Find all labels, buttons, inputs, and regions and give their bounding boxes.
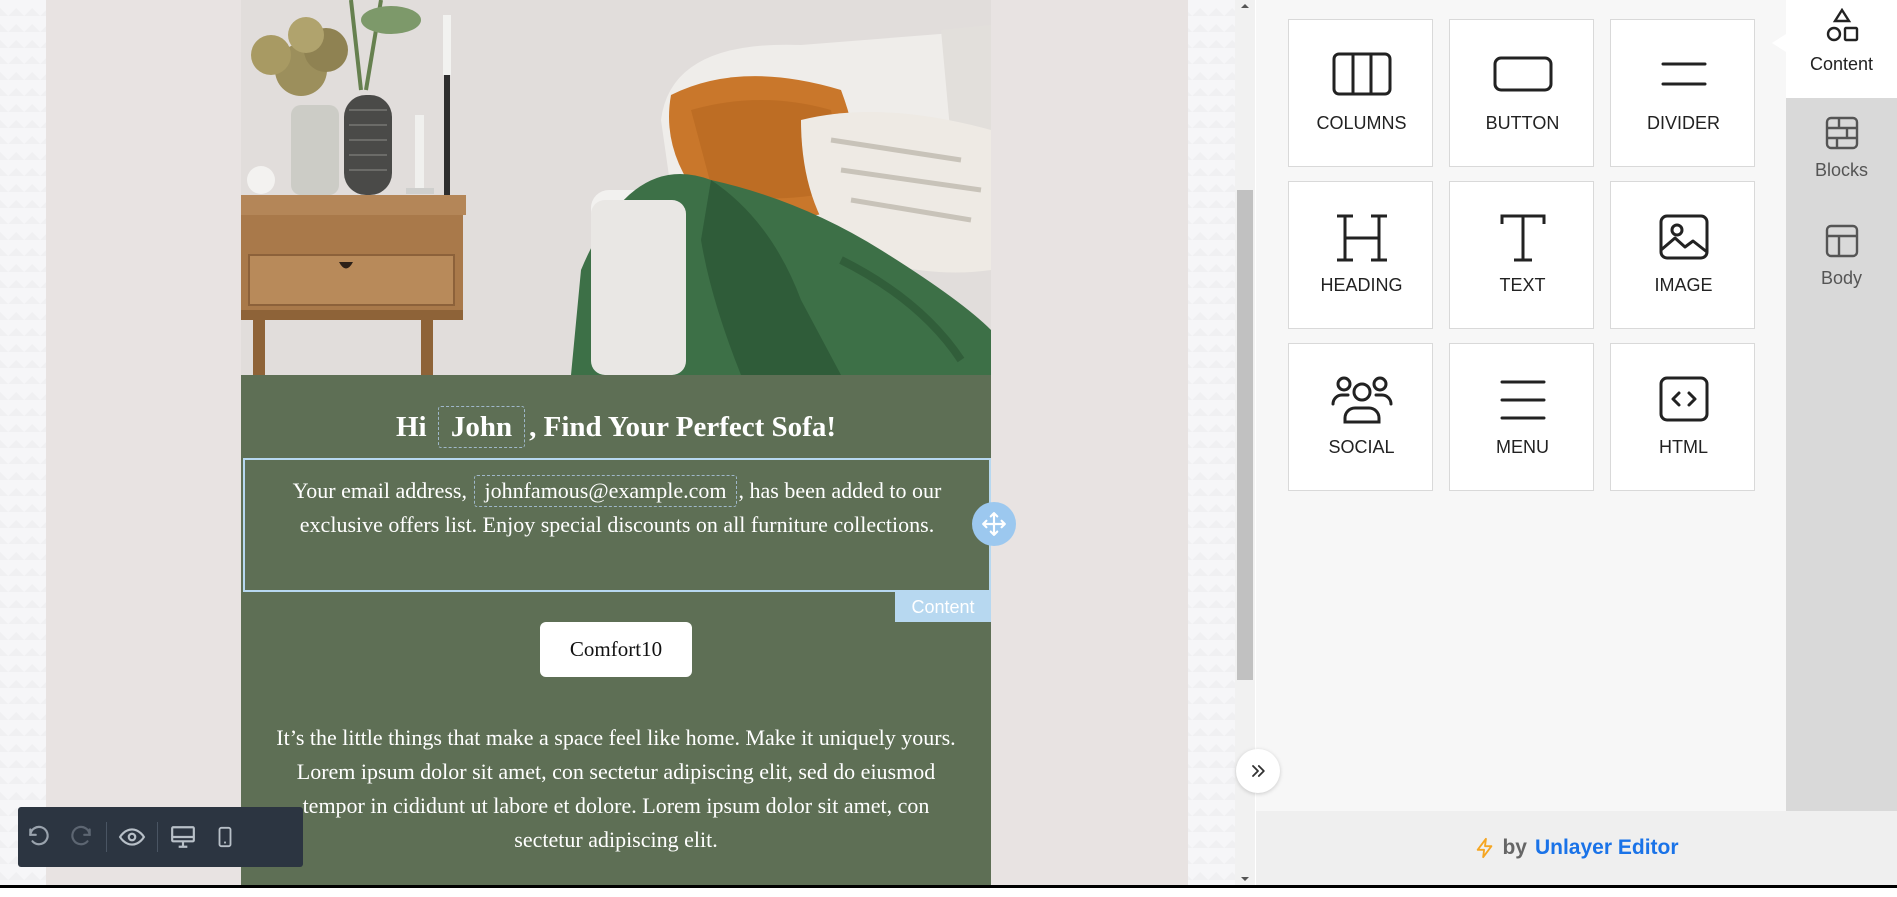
tool-social[interactable]: SOCIAL [1288, 343, 1433, 491]
coupon-button[interactable]: Comfort10 [540, 622, 692, 677]
toolbar-divider [106, 822, 107, 852]
tool-label: BUTTON [1485, 113, 1560, 133]
hero-image[interactable] [241, 0, 991, 375]
tool-button[interactable]: BUTTON [1449, 19, 1594, 167]
text-icon [1450, 212, 1595, 264]
content-text[interactable]: Your email address, johnfamous@example.c… [275, 474, 959, 542]
headline-suffix: , Find Your Perfect Sofa! [529, 411, 836, 443]
email-body: Hi John, Find Your Perfect Sofa! Your em… [241, 0, 991, 885]
heading-icon [1289, 212, 1434, 264]
shapes-icon [1826, 8, 1859, 42]
scroll-up-icon[interactable] [1239, 0, 1251, 12]
tool-label: HTML [1659, 437, 1708, 457]
tool-divider[interactable]: DIVIDER [1610, 19, 1755, 167]
divider-icon [1611, 50, 1756, 102]
tool-menu[interactable]: MENU [1449, 343, 1594, 491]
scroll-thumb[interactable] [1237, 190, 1253, 680]
headline-prefix: Hi [395, 411, 427, 443]
footer-by: by [1502, 836, 1527, 859]
content-prefix: Your email address, [292, 478, 467, 503]
menu-icon [1450, 374, 1595, 426]
social-icon [1289, 374, 1434, 426]
tool-label: DIVIDER [1646, 113, 1720, 133]
button-icon [1450, 50, 1595, 102]
desktop-icon[interactable] [162, 807, 204, 867]
tool-label: HEADING [1320, 275, 1403, 295]
body-text[interactable]: It’s the little things that make a space… [271, 721, 961, 857]
content-selection-tab[interactable]: Content [895, 592, 991, 622]
redo-icon[interactable] [60, 807, 102, 867]
tools-panel: COLUMNS BUTTON DIVIDER HEADING TEXT IMAG… [1256, 0, 1786, 811]
scroll-down-icon[interactable] [1239, 873, 1251, 885]
columns-icon [1289, 50, 1434, 102]
undo-icon[interactable] [18, 807, 60, 867]
mobile-icon[interactable] [204, 807, 246, 867]
tool-label: MENU [1496, 437, 1549, 457]
tab-content[interactable]: Content [1786, 0, 1897, 98]
tool-html[interactable]: HTML [1610, 343, 1755, 491]
tool-label: SOCIAL [1328, 437, 1395, 457]
move-handle-icon[interactable] [972, 502, 1016, 546]
tool-text[interactable]: TEXT [1449, 181, 1594, 329]
footer-brand-link[interactable]: Unlayer Editor [1535, 836, 1679, 860]
tab-label: Blocks [1814, 160, 1868, 180]
selected-text-block[interactable]: Your email address, johnfamous@example.c… [243, 458, 991, 592]
tool-label: TEXT [1499, 275, 1546, 295]
collapse-panel-button[interactable] [1236, 749, 1280, 793]
chevrons-right-icon [1252, 765, 1265, 777]
tab-label: Body [1820, 268, 1863, 288]
headline[interactable]: Hi John, Find Your Perfect Sofa! [241, 406, 991, 448]
tool-columns[interactable]: COLUMNS [1288, 19, 1433, 167]
tab-label: Content [1809, 54, 1874, 74]
tool-heading[interactable]: HEADING [1288, 181, 1433, 329]
blocks-icon [1825, 116, 1859, 150]
side-tabs: Content Blocks Body [1786, 0, 1897, 811]
powered-by-footer[interactable]: by Unlayer Editor [1256, 811, 1897, 885]
preview-icon[interactable] [111, 807, 153, 867]
editor-canvas: Hi John, Find Your Perfect Sofa! Your em… [0, 0, 1235, 885]
tab-indicator [1772, 34, 1786, 52]
sofa-photo [241, 0, 991, 375]
lightning-icon [1477, 837, 1493, 859]
tool-image[interactable]: IMAGE [1610, 181, 1755, 329]
tab-blocks[interactable]: Blocks [1786, 106, 1897, 204]
tool-label: COLUMNS [1316, 113, 1407, 133]
window-bottom-edge [0, 885, 1897, 897]
html-icon [1611, 374, 1756, 426]
tab-body[interactable]: Body [1786, 214, 1897, 312]
editor-toolbar [18, 807, 303, 867]
name-merge-tag[interactable]: John [437, 406, 526, 448]
image-icon [1611, 212, 1756, 264]
layout-icon [1825, 224, 1859, 258]
email-merge-tag[interactable]: johnfamous@example.com [474, 475, 737, 507]
tool-label: IMAGE [1654, 275, 1713, 295]
toolbar-divider [157, 822, 158, 852]
